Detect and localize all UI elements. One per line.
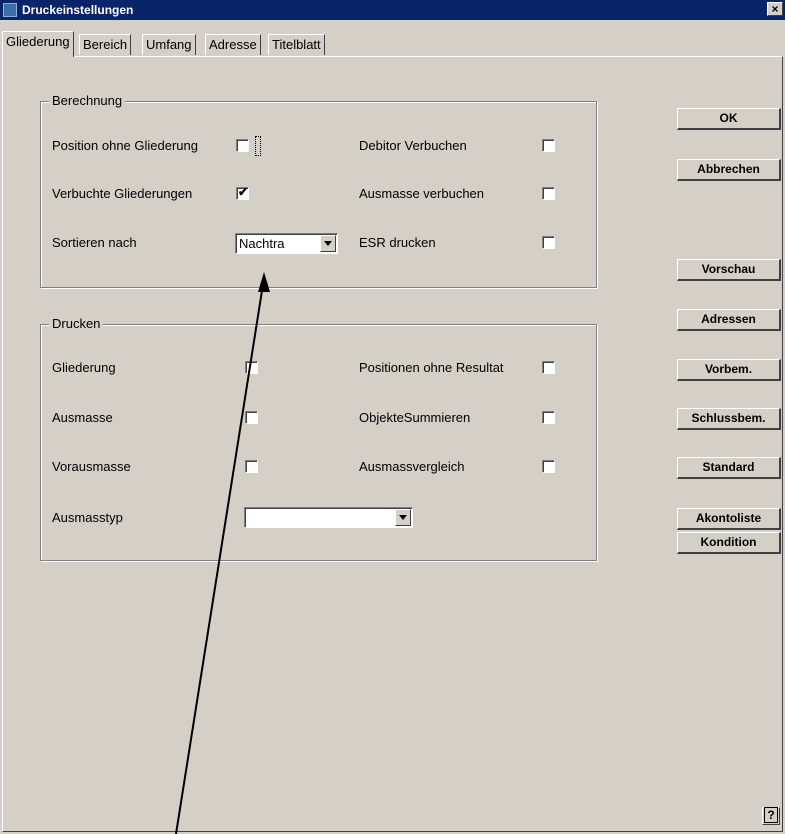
close-button[interactable]: × [767,2,783,16]
addresses-button[interactable]: Adressen [677,309,781,331]
sortieren-nach-select[interactable]: Nachtra [235,233,338,254]
label-position-ohne-gliederung: Position ohne Gliederung [52,138,198,153]
checkbox-positionen-ohne-resultat[interactable] [542,361,555,374]
cancel-button[interactable]: Abbrechen [677,159,781,181]
checkbox-gliederung[interactable] [245,361,258,374]
akontoliste-button[interactable]: Akontoliste [677,508,781,530]
standard-button[interactable]: Standard [677,457,781,479]
closing-remarks-button[interactable]: Schlussbem. [677,408,781,430]
checkmark-icon: ✔ [238,185,249,199]
label-esr-drucken: ESR drucken [359,235,436,250]
checkbox-esr-drucken[interactable] [542,236,555,249]
title-bar: Druckeinstellungen × [0,0,785,20]
group-title-berechnung: Berechnung [49,93,126,108]
label-ausmasstyp: Ausmasstyp [52,510,123,525]
ok-button[interactable]: OK [677,108,781,130]
group-title-drucken: Drucken [49,316,104,331]
checkbox-verbuchte-gliederungen[interactable]: ✔ [236,185,249,200]
chevron-down-icon[interactable] [395,509,411,526]
tab-umfang[interactable]: Umfang [142,34,196,55]
app-icon [3,3,17,17]
label-debitor-verbuchen: Debitor Verbuchen [359,138,467,153]
window-title: Druckeinstellungen [22,3,134,17]
checkbox-ausmasse[interactable] [245,411,258,424]
checkbox-ausmasse-verbuchen[interactable] [542,187,555,200]
checkbox-objekte-summieren[interactable] [542,411,555,424]
label-ausmassvergleich: Ausmassvergleich [359,459,465,474]
label-vorausmasse: Vorausmasse [52,459,131,474]
print-settings-dialog: Druckeinstellungen × Gliederung Bereich … [0,0,785,834]
label-sortieren-nach: Sortieren nach [52,235,137,250]
preview-button[interactable]: Vorschau [677,259,781,281]
label-objekte-summieren: ObjekteSummieren [359,410,471,425]
tab-adresse[interactable]: Adresse [205,34,261,55]
preliminary-remarks-button[interactable]: Vorbem. [677,359,781,381]
label-verbuchte-gliederungen: Verbuchte Gliederungen [52,186,193,201]
checkbox-vorausmasse[interactable] [245,460,258,473]
sortieren-nach-value: Nachtra [239,236,285,251]
ausmasstyp-select[interactable] [244,507,413,528]
kondition-button[interactable]: Kondition [677,532,781,554]
checkbox-position-ohne-gliederung[interactable] [236,139,249,152]
checkbox-ausmassvergleich[interactable] [542,460,555,473]
help-icon: ? [764,807,778,823]
chevron-down-icon[interactable] [320,235,336,252]
checkbox-debitor-verbuchen[interactable] [542,139,555,152]
tab-bereich[interactable]: Bereich [79,34,132,55]
label-gliederung: Gliederung [52,360,116,375]
close-icon: × [771,2,779,16]
label-positionen-ohne-resultat: Positionen ohne Resultat [359,360,504,375]
label-ausmasse-verbuchen: Ausmasse verbuchen [359,186,485,201]
label-ausmasse: Ausmasse [52,410,113,425]
tab-gliederung[interactable]: Gliederung [2,31,74,57]
tab-titelblatt[interactable]: Titelblatt [268,34,325,55]
focus-indicator [255,136,261,156]
help-button[interactable]: ? [762,807,780,825]
